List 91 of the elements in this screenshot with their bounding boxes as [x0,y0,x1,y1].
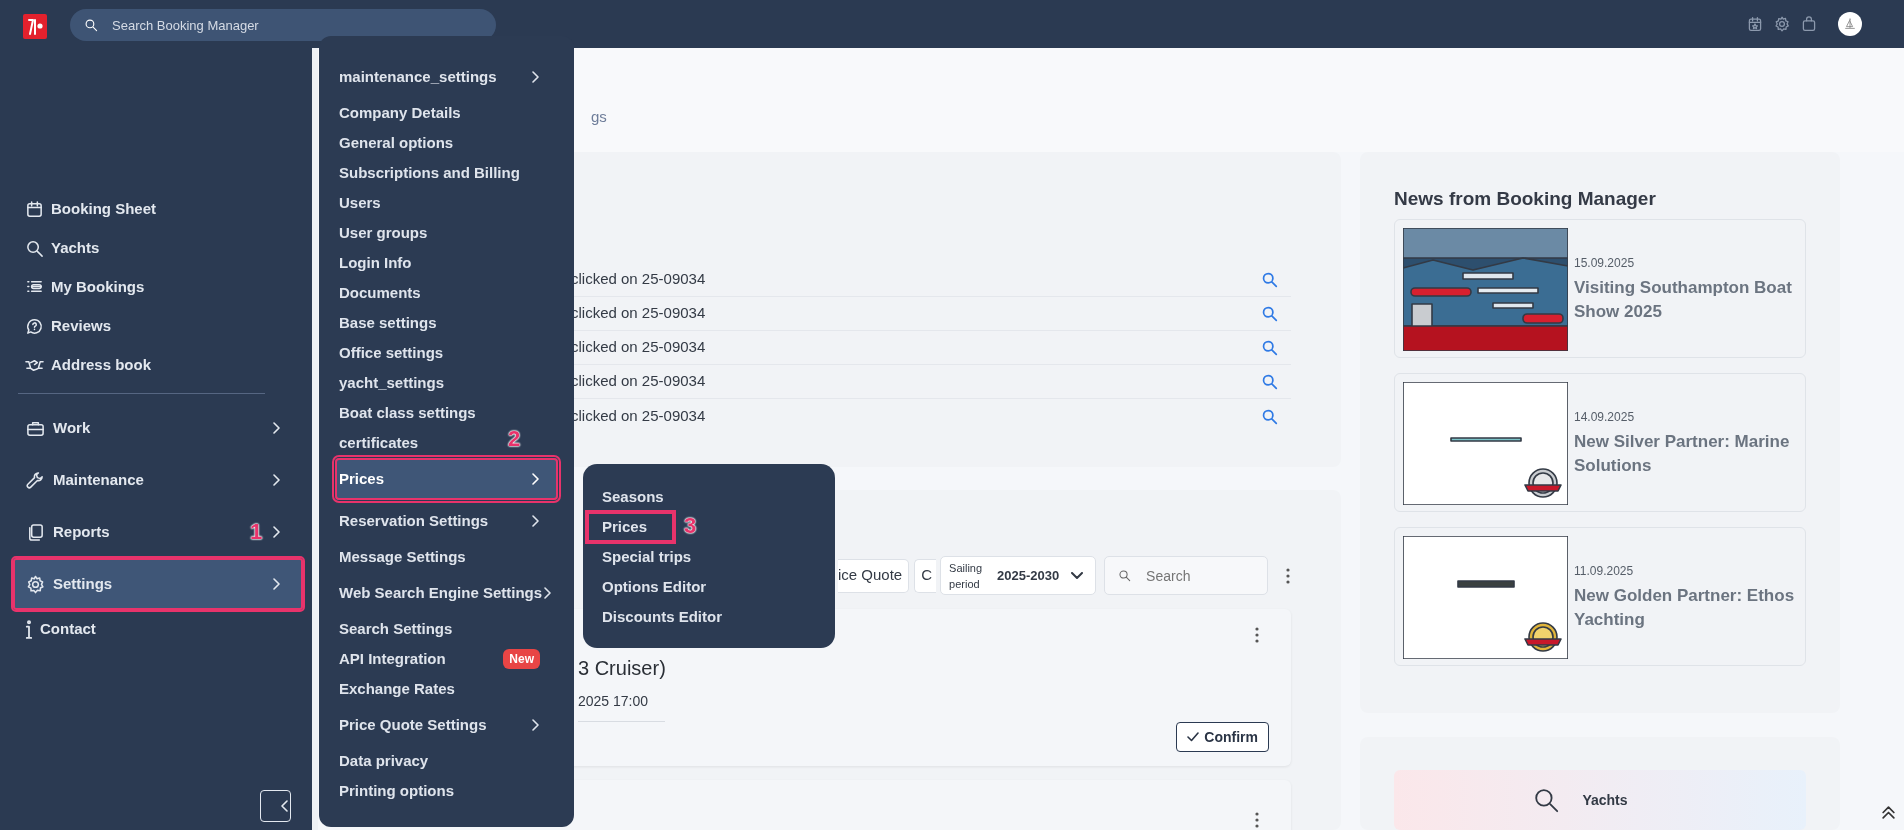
toolbar-button[interactable]: ice Quote [838,558,910,593]
search-icon [1118,569,1132,582]
news-title[interactable]: Visiting Southampton Boat Show 2025 [1574,275,1797,324]
scroll-top-icon[interactable] [1881,805,1896,820]
chat-question-icon [25,317,44,336]
search-icon[interactable] [1261,407,1278,425]
booking-title: 3 Cruiser) [578,656,667,681]
search-field[interactable]: Search Booking Manager [70,9,496,41]
sidebar-item[interactable]: Address book [0,346,312,385]
sidebar-item[interactable]: Reports [48,517,115,547]
bag-icon[interactable] [1801,16,1817,32]
step-number: 3 [684,515,697,537]
sidebar-item[interactable]: Work [48,413,96,443]
new-badge: New [503,649,540,669]
search-icon[interactable] [1261,271,1278,288]
menu-item[interactable]: Office settings [334,338,449,368]
menu-item[interactable]: Message Settings [334,542,471,572]
menu-item[interactable]: Prices [587,512,674,542]
step-number: 2 [508,428,521,450]
news-card[interactable]: 11.09.2025 New Golden Partner: Ethos Yachting [1394,526,1806,666]
news-card[interactable]: 14.09.2025 New Silver Partner: Marine Solutions [1394,372,1806,512]
menu-item[interactable]: certificates [334,428,424,458]
news-date: 14.09.2025 [1574,408,1636,426]
menu-item[interactable]: Boat class settings [334,398,481,428]
quick-search-tile[interactable]: Yachts [1394,770,1806,830]
confirm-button[interactable]: Confirm [1176,722,1269,752]
more-icon[interactable] [1255,812,1259,828]
menu-item[interactable]: yacht_settings [334,368,450,398]
step-number: 1 [250,521,263,543]
menu-item[interactable]: Login Info [334,248,417,278]
menu-item[interactable]: Discounts Editor [587,602,732,632]
chevron-down-icon [1071,571,1084,580]
news-date: 11.09.2025 [1574,562,1635,580]
menu-item[interactable]: User groups [334,218,433,248]
breadcrumb-link[interactable]: gs [591,108,607,125]
menu-item[interactable]: Price Quote Settings [334,710,492,740]
calendar-icon [25,200,44,219]
news-title[interactable]: New Silver Partner: Marine Solutions [1574,429,1797,478]
collapse-button[interactable] [260,790,291,822]
documents-icon [26,522,45,542]
news-title[interactable]: New Golden Partner: Ethos Yachting [1574,583,1797,632]
search-icon[interactable] [1261,339,1278,356]
news-date: 15.09.2025 [1574,254,1636,272]
sidebar-item[interactable]: Contact [35,615,101,644]
logo-icon[interactable] [23,14,47,39]
menu-item[interactable]: Base settings [334,308,442,338]
menu-item[interactable]: Prices [335,458,558,500]
search-icon [25,239,44,258]
more-icon[interactable] [1255,627,1259,643]
search-field[interactable]: Search [1104,556,1269,595]
menu-item[interactable]: Documents [334,278,426,308]
menu-item[interactable]: maintenance_settings [334,62,502,92]
search-icon[interactable] [1261,305,1278,322]
menu-item[interactable]: Printing options [334,776,459,806]
menu-item[interactable]: Options Editor [587,572,717,602]
calendar-star-icon[interactable] [1747,16,1763,32]
menu-item[interactable]: Subscriptions and Billing [334,158,525,188]
sidebar-item[interactable]: Settings [13,558,303,610]
search-icon [1532,786,1561,814]
period-select[interactable]: Sailing period 2025-2030 [940,556,1097,595]
avatar[interactable] [1838,12,1862,36]
more-icon[interactable] [1286,567,1291,584]
sidebar-item[interactable]: Yachts [0,229,312,268]
chevron-left-icon [280,800,290,812]
menu-item[interactable]: Reservation Settings [334,506,494,536]
wrench-icon [26,470,45,490]
check-icon [1187,732,1200,742]
news-heading: News from Booking Manager [1394,187,1657,211]
sailboat-icon [1843,17,1857,31]
sidebar-item[interactable]: Reviews [0,307,312,346]
info-icon [25,620,33,639]
sidebar-item[interactable]: Maintenance [48,465,149,495]
menu-item[interactable]: API Integration [334,644,451,674]
menu-item[interactable]: Exchange Rates [334,674,460,704]
menu-item[interactable]: Web Search Engine Settings [334,578,548,608]
menu-item[interactable]: Seasons [587,482,674,512]
news-card[interactable]: 15.09.2025 Visiting Southampton Boat Show 2025 [1394,218,1806,358]
search-icon[interactable] [1261,373,1278,390]
settings-icon [26,574,45,594]
menu-item[interactable]: Data privacy [334,746,434,776]
menu-item[interactable]: Search Settings [334,614,458,644]
sidebar-item[interactable]: Booking Sheet [0,190,312,229]
menu-item[interactable]: Special trips [587,542,702,572]
toolbar-button[interactable]: C [914,558,937,593]
sidebar-item[interactable]: My Bookings [0,268,312,307]
booking-time: 2025 17:00 [578,691,665,722]
menu-item[interactable]: General options [334,128,459,158]
search-icon [84,18,98,32]
menu-item[interactable]: Company Details [334,98,466,128]
menu-item[interactable]: Users [334,188,386,218]
settings-icon[interactable] [1774,16,1790,32]
